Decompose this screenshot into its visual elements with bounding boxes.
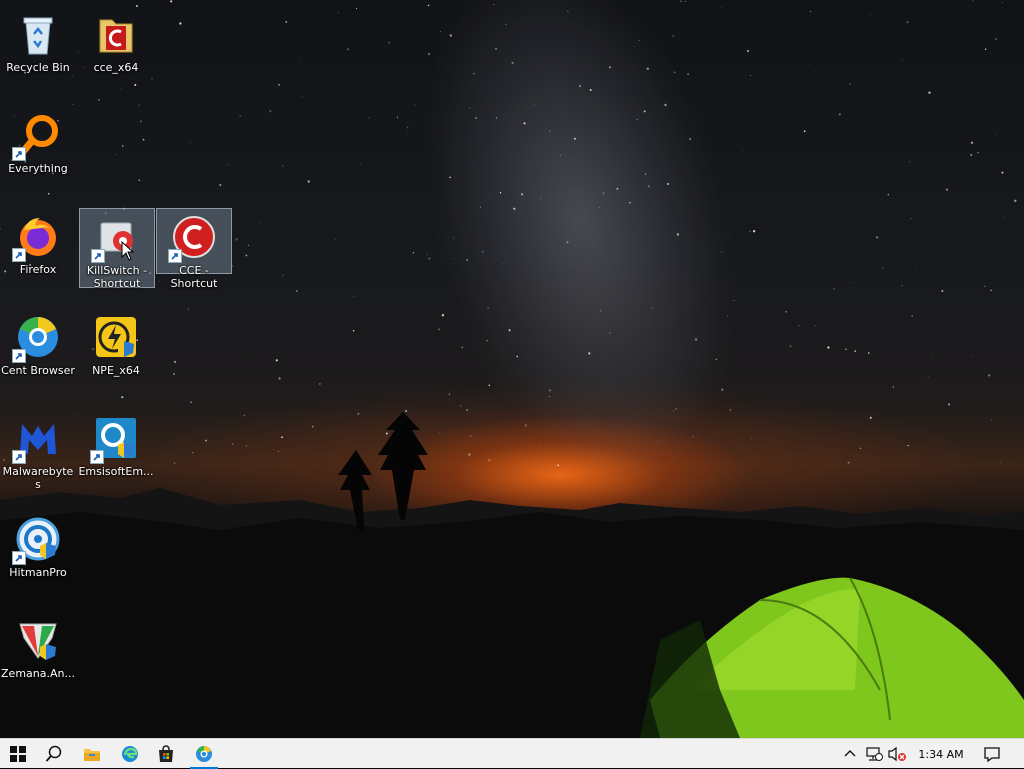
desktop-icon-hitmanpro[interactable]: HitmanPro xyxy=(0,511,76,589)
malwarebytes-icon xyxy=(12,414,62,464)
cce-x64-icon xyxy=(92,10,140,58)
desktop-icon-cce-x64[interactable]: cce_x64 xyxy=(78,6,154,84)
taskbar-cent-browser[interactable] xyxy=(186,739,222,769)
firefox-label: Firefox xyxy=(19,263,57,276)
recycle-bin-icon xyxy=(14,10,62,58)
shortcut-arrow-icon xyxy=(12,147,26,161)
cent-browser-icon xyxy=(12,313,62,363)
shortcut-arrow-icon xyxy=(12,551,26,565)
edge-icon xyxy=(122,746,138,762)
cce-x64-label: cce_x64 xyxy=(93,61,139,74)
zemana-label: Zemana.An... xyxy=(1,667,75,680)
desktop-icon-malwarebytes[interactable]: Malwarebytes xyxy=(0,410,76,491)
zemana-icon xyxy=(14,616,62,664)
everything-label: Everything xyxy=(8,162,68,175)
shortcut-arrow-icon xyxy=(12,450,26,464)
taskbar-store[interactable] xyxy=(148,739,184,769)
cce-shortcut-label: CCE - Shortcut xyxy=(170,264,218,290)
cce-shortcut-icon xyxy=(168,213,218,263)
malwarebytes-label: Malwarebytes xyxy=(2,465,74,491)
show-hidden-icons-button[interactable] xyxy=(842,739,858,769)
desktop-icon-cce-shortcut[interactable]: CCE - Shortcut xyxy=(156,208,232,290)
mouse-cursor-icon xyxy=(121,241,135,261)
emsisoft-icon xyxy=(90,414,140,464)
desktop-icon-emsisoft[interactable]: EmsisoftEm... xyxy=(78,410,154,488)
search-button[interactable] xyxy=(36,739,72,769)
taskbar: 1:34 AM xyxy=(0,738,1024,769)
shortcut-arrow-icon xyxy=(168,249,182,263)
shortcut-arrow-icon xyxy=(90,450,104,464)
action-center-button[interactable] xyxy=(978,739,1006,769)
clock-button[interactable]: 1:34 AM xyxy=(912,739,970,769)
clock-time: 1:34 AM xyxy=(918,747,964,761)
desktop-icon-recycle-bin[interactable]: Recycle Bin xyxy=(0,6,76,84)
network-icon xyxy=(866,747,883,761)
desktop-icon-firefox[interactable]: Firefox xyxy=(0,208,76,286)
hitmanpro-label: HitmanPro xyxy=(9,566,67,579)
windows-start-icon xyxy=(10,746,26,762)
start-button[interactable] xyxy=(0,739,36,769)
everything-icon xyxy=(12,111,62,161)
desktop-icon-everything[interactable]: Everything xyxy=(0,107,76,185)
emsisoft-label: EmsisoftEm... xyxy=(78,465,154,478)
desktop-icon-zemana[interactable]: Zemana.An... xyxy=(0,612,76,690)
shortcut-arrow-icon xyxy=(91,249,105,263)
taskbar-edge[interactable] xyxy=(112,739,148,769)
desktop-icon-cent-browser[interactable]: Cent Browser xyxy=(0,309,76,387)
shortcut-arrow-icon xyxy=(12,248,26,262)
cent-browser-icon xyxy=(196,746,212,762)
shortcut-arrow-icon xyxy=(12,349,26,363)
killswitch-label: KillSwitch - Shortcut xyxy=(86,264,148,290)
chevron-up-icon xyxy=(844,750,856,757)
npe-x64-label: NPE_x64 xyxy=(92,364,140,377)
recycle-bin-label: Recycle Bin xyxy=(6,61,70,74)
store-icon xyxy=(159,745,173,762)
file-explorer-icon xyxy=(84,749,100,761)
volume-muted-icon xyxy=(888,746,906,762)
search-icon xyxy=(45,745,62,762)
cent-browser-label: Cent Browser xyxy=(1,364,75,377)
npe-x64-icon xyxy=(92,313,140,361)
desktop-icon-npe-x64[interactable]: NPE_x64 xyxy=(78,309,154,387)
volume-tray-button[interactable] xyxy=(886,739,908,769)
firefox-icon xyxy=(12,212,62,262)
network-tray-button[interactable] xyxy=(864,739,884,769)
desktop-icon-killswitch[interactable]: KillSwitch - Shortcut xyxy=(79,208,155,290)
notification-icon xyxy=(984,747,1000,762)
hitmanpro-icon xyxy=(12,515,62,565)
taskbar-file-explorer[interactable] xyxy=(74,739,110,769)
